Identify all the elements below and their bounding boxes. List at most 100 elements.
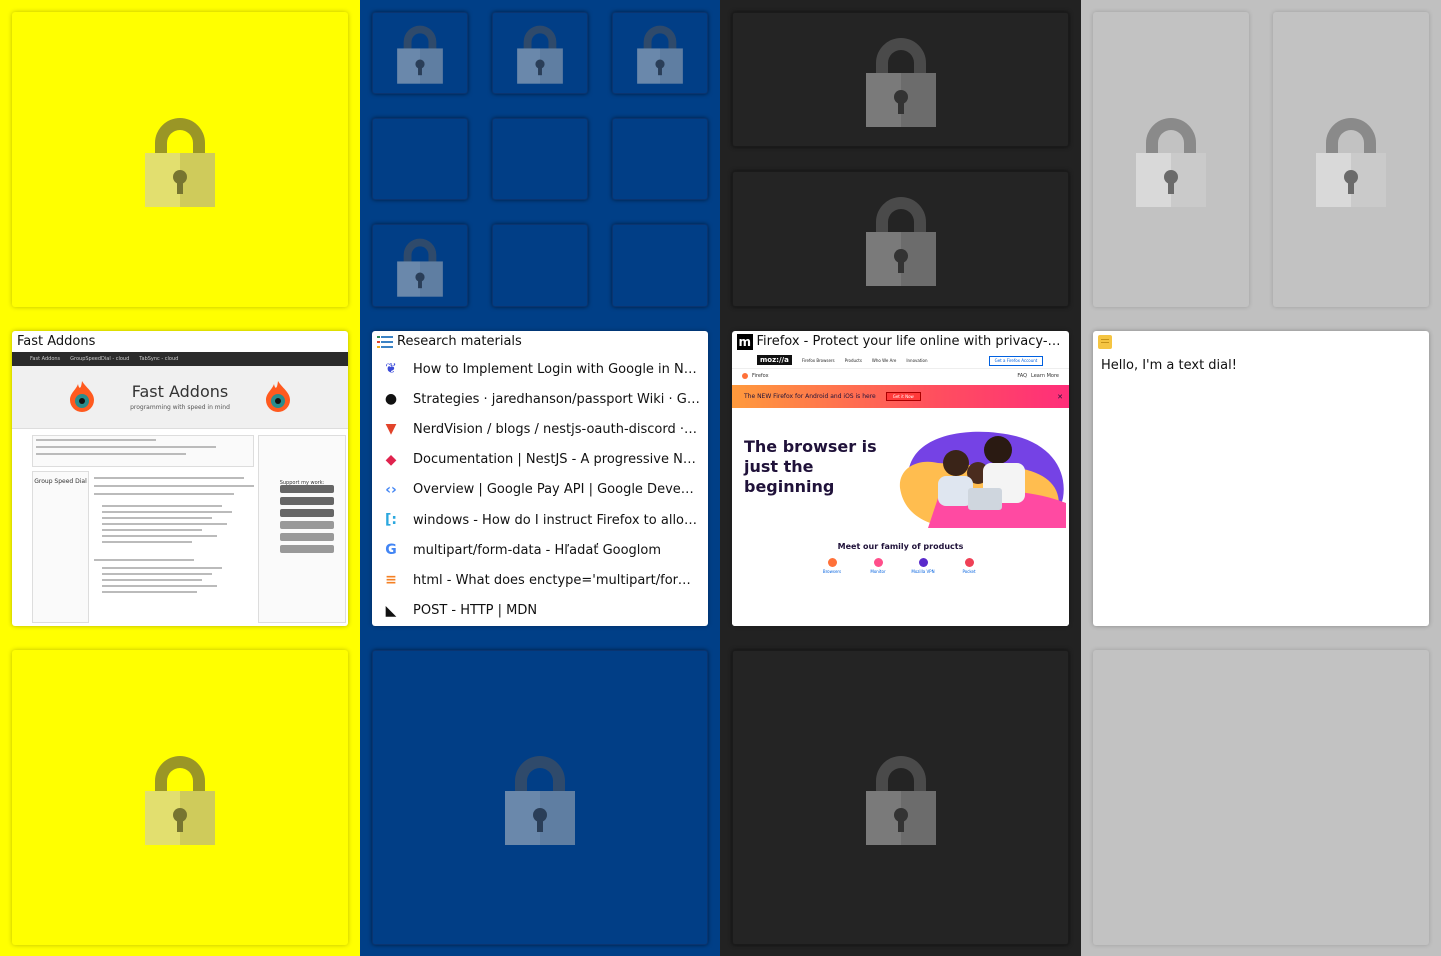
padlock-icon	[865, 37, 936, 127]
list-item[interactable]: Gmultipart/form-data - Hľadať Googlom	[372, 535, 708, 565]
empty-dial[interactable]	[1093, 650, 1429, 945]
preview-banner: The NEW Firefox for Android and iOS is h…	[732, 385, 1069, 408]
dial-title: Fast Addons	[12, 331, 348, 352]
preview-account-button: Get a Firefox Account	[989, 356, 1043, 366]
locked-dial[interactable]	[732, 12, 1069, 147]
github-icon: ●	[384, 391, 398, 408]
locked-dial[interactable]	[1273, 12, 1429, 307]
list-item-label: POST - HTTP | MDN	[413, 603, 538, 619]
padlock-icon	[517, 25, 563, 84]
locked-dial[interactable]	[732, 650, 1069, 945]
list-item[interactable]: [: windows - How do I instruct Firefox to…	[372, 505, 708, 535]
group-column-dark: m Firefox - Protect your life online wit…	[720, 0, 1081, 956]
locked-dial[interactable]	[12, 650, 348, 945]
empty-dial[interactable]	[372, 118, 468, 200]
dial-fast-addons[interactable]: Fast Addons Fast Addons GroupSpeedDial -…	[12, 331, 348, 626]
mdn-icon: ◣	[385, 602, 397, 619]
list-item-label: windows - How do I instruct Firefox to a…	[413, 512, 701, 528]
preview-nav-item: Who We Are	[871, 357, 897, 363]
vpn-icon	[918, 558, 928, 567]
preview-product: Browsers	[817, 558, 847, 574]
google-dev-icon: ‹›	[385, 481, 397, 498]
group-column-blue: Research materials ❦ How to Implement Log…	[360, 0, 720, 956]
preview-navbar: Fast Addons GroupSpeedDial - cloud TabSy…	[12, 352, 348, 366]
empty-dial[interactable]	[612, 118, 708, 200]
preview-nav-item: TabSync - cloud	[139, 356, 179, 362]
preview-subheading: programming with speed in mind	[130, 404, 230, 411]
group-column-yellow: Fast Addons Fast Addons GroupSpeedDial -…	[0, 0, 360, 956]
locked-dial[interactable]	[372, 224, 468, 307]
padlock-icon	[1316, 117, 1386, 207]
mozilla-logo: moz://a	[757, 355, 792, 365]
list-item[interactable]: ● Strategies · jaredhanson/passport Wiki …	[372, 384, 708, 414]
list-item[interactable]: ‹› Overview | Google Pay API | Google Dev…	[372, 475, 708, 505]
monitor-icon	[873, 558, 883, 567]
preview-banner-text: The NEW Firefox for Android and iOS is h…	[744, 393, 876, 400]
list-item-label: html - What does enctype='multipart/form…	[413, 572, 701, 588]
preview-body: Group Speed Dial Support my work:	[12, 429, 348, 623]
locked-dial[interactable]	[12, 12, 348, 307]
list-item[interactable]: ≡ html - What does enctype='multipart/for…	[372, 565, 708, 595]
preview-hero: Fast Addons programming with speed in mi…	[12, 366, 348, 429]
preview-heading: The browser is just the beginning	[744, 437, 877, 496]
group-column-gray: Hello, I'm a text dial!	[1081, 0, 1441, 956]
list-item[interactable]: ◆ Documentation | NestJS - A progressive …	[372, 445, 708, 475]
preview-nav-item: GroupSpeedDial - cloud	[70, 356, 130, 362]
preview-nav-item: Innovation	[906, 357, 928, 363]
preview-nav-item: Fast Addons	[30, 356, 61, 362]
padlock-icon	[397, 238, 443, 297]
preview-sidebar-title: Group Speed Dial	[34, 478, 87, 485]
padlock-icon	[637, 25, 683, 84]
list-item[interactable]: ▼ NerdVision / blogs / nestjs-oauth-disco…	[372, 414, 708, 444]
dial-title: Research materials	[372, 331, 708, 352]
list-item-label: How to Implement Login with Google in Ne…	[413, 361, 701, 377]
preview-product: Pocket	[954, 558, 984, 574]
list-item[interactable]: ❦ How to Implement Login with Google in N…	[372, 354, 708, 384]
empty-dial[interactable]	[492, 118, 588, 200]
list-icon	[377, 335, 393, 348]
list-item[interactable]: ◣ POST - HTTP | MDN	[372, 596, 708, 626]
padlock-icon	[1136, 117, 1206, 207]
preview-product: Monitor	[863, 558, 893, 574]
list-item-label: multipart/form-data - Hľadať Googlom	[413, 542, 662, 558]
preview-link: Learn More	[1031, 373, 1059, 379]
padlock-icon	[865, 197, 936, 286]
firefox-logo-icon	[742, 373, 748, 379]
dial-title: m Firefox - Protect your life online wit…	[732, 331, 1069, 352]
preview-navbar: moz://a Firefox Browsers Products Who We…	[732, 352, 1069, 369]
mozilla-favicon-icon: m	[737, 333, 753, 350]
preview-family-title: Meet our family of products	[837, 542, 964, 551]
pocket-icon	[964, 558, 974, 567]
preview-nav-item: Products	[844, 357, 862, 363]
empty-dial[interactable]	[492, 224, 588, 307]
locked-dial[interactable]	[1093, 12, 1249, 307]
list-item-label: Strategies · jaredhanson/passport Wiki ·…	[413, 391, 701, 407]
dial-title	[1093, 331, 1429, 352]
dial-title-text: Research materials	[397, 334, 522, 349]
locked-dial[interactable]	[372, 12, 468, 94]
firefox-browser-icon	[827, 558, 837, 567]
locked-dial[interactable]	[732, 171, 1069, 307]
dial-firefox[interactable]: m Firefox - Protect your life online wit…	[732, 331, 1069, 626]
padlock-icon	[145, 117, 215, 207]
padlock-icon	[145, 755, 215, 845]
bookmark-list: ❦ How to Implement Login with Google in N…	[372, 352, 708, 626]
preview-nav-item: Firefox Browsers	[801, 357, 835, 363]
locked-dial[interactable]	[492, 12, 588, 94]
flame-logo-icon	[266, 381, 290, 412]
family-photo-illustration	[899, 431, 1066, 528]
text-dial-content: Hello, I'm a text dial!	[1101, 358, 1237, 373]
note-icon	[1098, 334, 1112, 349]
preview-heading: Fast Addons	[131, 382, 229, 401]
preview-sidebar: Group Speed Dial	[32, 471, 89, 623]
preview-support-panel: Support my work:	[258, 435, 346, 623]
dial-research-materials[interactable]: Research materials ❦ How to Implement Log…	[372, 331, 708, 626]
list-item-label: NerdVision / blogs / nestjs-oauth-discor…	[413, 421, 701, 437]
empty-dial[interactable]	[612, 224, 708, 307]
locked-dial[interactable]	[612, 12, 708, 94]
superuser-icon: [:	[385, 512, 397, 529]
locked-dial[interactable]	[372, 650, 708, 945]
dial-title-text: Firefox - Protect your life online with …	[756, 334, 1065, 349]
padlock-icon	[397, 25, 443, 84]
dial-text-note[interactable]: Hello, I'm a text dial!	[1093, 331, 1429, 626]
